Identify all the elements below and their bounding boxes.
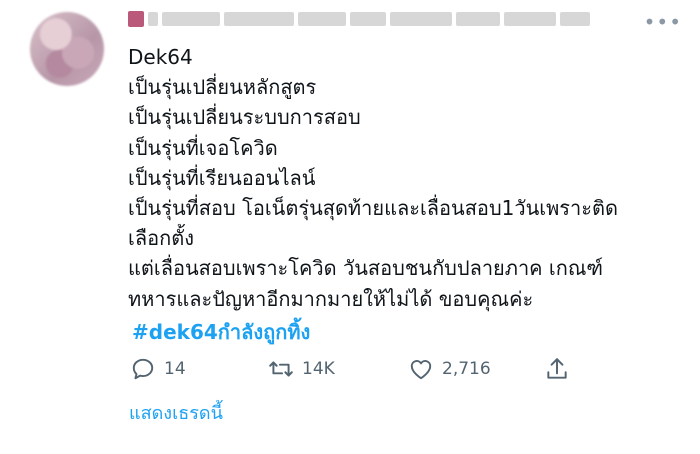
more-icon[interactable]: ••• bbox=[644, 12, 682, 32]
blurred-name-block bbox=[128, 11, 144, 27]
tweet-line: เป็นรุ่นที่เรียนออนไลน์ bbox=[128, 165, 316, 190]
like-count: 2,716 bbox=[442, 359, 491, 379]
tweet-line: Dek64 bbox=[128, 45, 193, 69]
retweet-button[interactable]: 14K bbox=[268, 356, 335, 382]
reply-count: 14 bbox=[164, 359, 186, 379]
tweet-line: แต่เลื่อนสอบเพราะโควิด วันสอบชนกับปลายภา… bbox=[128, 256, 604, 281]
tweet-line: เลือกตั้ง bbox=[128, 226, 194, 251]
tweet-text: Dek64 เป็นรุ่นเปลี่ยนหลักสูตร เป็นรุ่นเป… bbox=[128, 42, 688, 314]
tweet-actions: 14 14K 2,716 bbox=[128, 356, 588, 390]
reply-button[interactable]: 14 bbox=[130, 356, 186, 382]
share-icon bbox=[547, 358, 567, 379]
tweet-line: เป็นรุ่นเปลี่ยนหลักสูตร bbox=[128, 75, 317, 100]
heart-icon bbox=[410, 360, 432, 380]
tweet-line: เป็นรุ่นที่เจอโควิด bbox=[128, 135, 278, 160]
avatar[interactable] bbox=[30, 12, 104, 86]
like-button[interactable]: 2,716 bbox=[408, 356, 491, 382]
tweet-line: ทหารและปัญหาอีกมากมายให้ไม่ได้ ขอบคุณค่ะ bbox=[128, 286, 534, 311]
author-name-blurred[interactable] bbox=[128, 8, 628, 30]
retweet-count: 14K bbox=[302, 359, 335, 379]
retweet-icon bbox=[269, 361, 293, 377]
show-thread-link[interactable]: แสดงเธรดนี้ bbox=[129, 398, 223, 427]
tweet-line: เป็นรุ่นเปลี่ยนระบบการสอบ bbox=[128, 105, 361, 130]
tweet-line: เป็นรุ่นที่สอบ โอเน็ตรุ่นสุดท้ายและเลื่อ… bbox=[128, 196, 618, 221]
reply-icon bbox=[132, 358, 154, 380]
hashtag-link[interactable]: #dek64กำลังถูกทิ้ง bbox=[132, 316, 310, 348]
share-button[interactable] bbox=[544, 356, 570, 382]
